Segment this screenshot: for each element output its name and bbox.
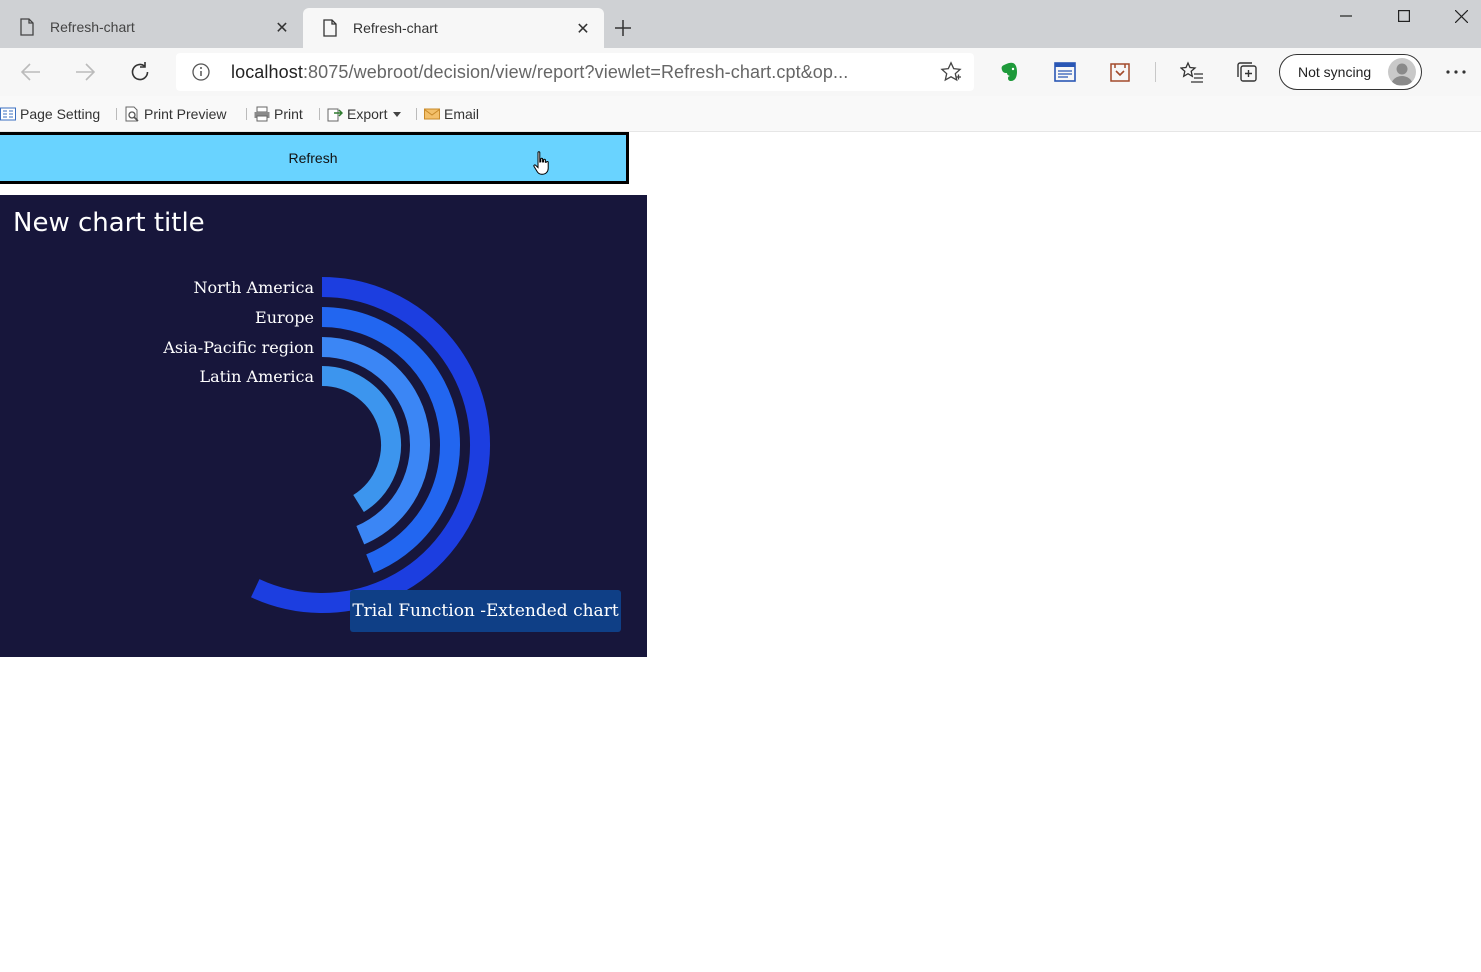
export-label: Export (347, 106, 388, 122)
export-button[interactable]: Export (327, 104, 402, 124)
browser-navbar: localhost:8075/webroot/decision/view/rep… (0, 48, 1481, 96)
reload-icon (131, 62, 149, 81)
email-label: Email (444, 106, 480, 122)
toolbar-separator (319, 108, 320, 120)
collections-button[interactable] (1233, 58, 1261, 86)
new-tab-button[interactable] (608, 13, 638, 43)
caret-down-icon (393, 111, 402, 117)
close-icon (1454, 9, 1468, 23)
clipper-extension-icon[interactable] (1106, 58, 1134, 86)
info-icon[interactable] (192, 63, 210, 81)
document-icon (20, 18, 34, 36)
favorites-icon (1180, 61, 1203, 83)
plus-icon (615, 20, 631, 36)
toolbar-separator (1155, 62, 1156, 82)
document-icon (323, 19, 337, 37)
toolbar-separator (246, 108, 247, 120)
print-label: Print (274, 106, 303, 122)
close-window-button[interactable] (1432, 0, 1481, 32)
toolbar-separator (416, 108, 417, 120)
series-label: Asia-Pacific region (162, 338, 314, 357)
browser-titlebar: Refresh-chart ✕ Refresh-chart ✕ (0, 0, 1481, 48)
maximize-icon (1398, 10, 1410, 22)
url-path: :8075/webroot/decision/view/report?viewl… (302, 62, 849, 82)
report-toolbar: Page Setting Print Preview Print Export … (0, 96, 1481, 132)
tab-refresh-chart-2[interactable]: Refresh-chart ✕ (303, 8, 604, 48)
url-host: localhost (231, 62, 303, 82)
reader-extension-icon[interactable] (1051, 58, 1079, 86)
favorites-button[interactable] (1178, 58, 1206, 86)
tab-title: Refresh-chart (50, 19, 135, 35)
hand-cursor-icon (533, 151, 549, 175)
page-setting-button[interactable]: Page Setting (0, 104, 100, 124)
print-preview-button[interactable]: Print Preview (124, 104, 226, 124)
arrow-left-icon (21, 63, 40, 81)
star-icon[interactable] (940, 61, 962, 83)
tab-title: Refresh-chart (353, 20, 438, 36)
envelope-icon (424, 108, 440, 120)
arrow-right-icon (76, 63, 95, 81)
collections-icon (1237, 62, 1257, 82)
user-icon (1391, 63, 1413, 85)
page-setting-label: Page Setting (20, 106, 101, 122)
print-button[interactable]: Print (254, 104, 303, 124)
evernote-icon (1001, 62, 1017, 81)
tab-refresh-chart-1[interactable]: Refresh-chart ✕ (0, 6, 303, 48)
maximize-button[interactable] (1375, 0, 1433, 32)
url-text[interactable]: localhost:8075/webroot/decision/view/rep… (231, 62, 848, 83)
close-icon[interactable]: ✕ (267, 12, 297, 42)
series-label: North America (193, 278, 314, 297)
ellipsis-icon (1446, 70, 1466, 74)
page-setting-icon (0, 107, 16, 121)
series-label: Latin America (199, 367, 314, 386)
printer-icon (254, 106, 270, 122)
radial-bar-chart: New chart title North America Europe Asia-… (0, 195, 647, 657)
window-icon (1054, 62, 1076, 82)
chart-plot: North America Europe Asia-Pacific region La… (162, 277, 490, 613)
print-preview-label: Print Preview (144, 106, 227, 122)
forward-button[interactable] (69, 56, 101, 88)
radial-bar-latin-america[interactable] (321, 366, 401, 512)
trial-watermark: Trial Function -Extended chart (350, 590, 621, 632)
print-preview-icon (125, 106, 139, 122)
toolbar-separator (116, 108, 117, 120)
more-menu-button[interactable] (1440, 56, 1472, 88)
minimize-button[interactable] (1317, 0, 1375, 32)
profile-status: Not syncing (1298, 64, 1372, 80)
back-button[interactable] (15, 56, 47, 88)
evernote-extension-icon[interactable] (996, 58, 1024, 86)
avatar (1388, 58, 1416, 86)
close-icon[interactable]: ✕ (568, 13, 598, 43)
export-icon (327, 108, 343, 122)
address-bar[interactable]: localhost:8075/webroot/decision/view/rep… (176, 53, 974, 91)
clipper-icon (1110, 63, 1130, 82)
email-button[interactable]: Email (424, 104, 479, 124)
reload-button[interactable] (124, 56, 156, 88)
minimize-icon (1340, 15, 1352, 17)
series-label: Europe (255, 308, 314, 327)
profile-button[interactable]: Not syncing (1279, 54, 1422, 90)
